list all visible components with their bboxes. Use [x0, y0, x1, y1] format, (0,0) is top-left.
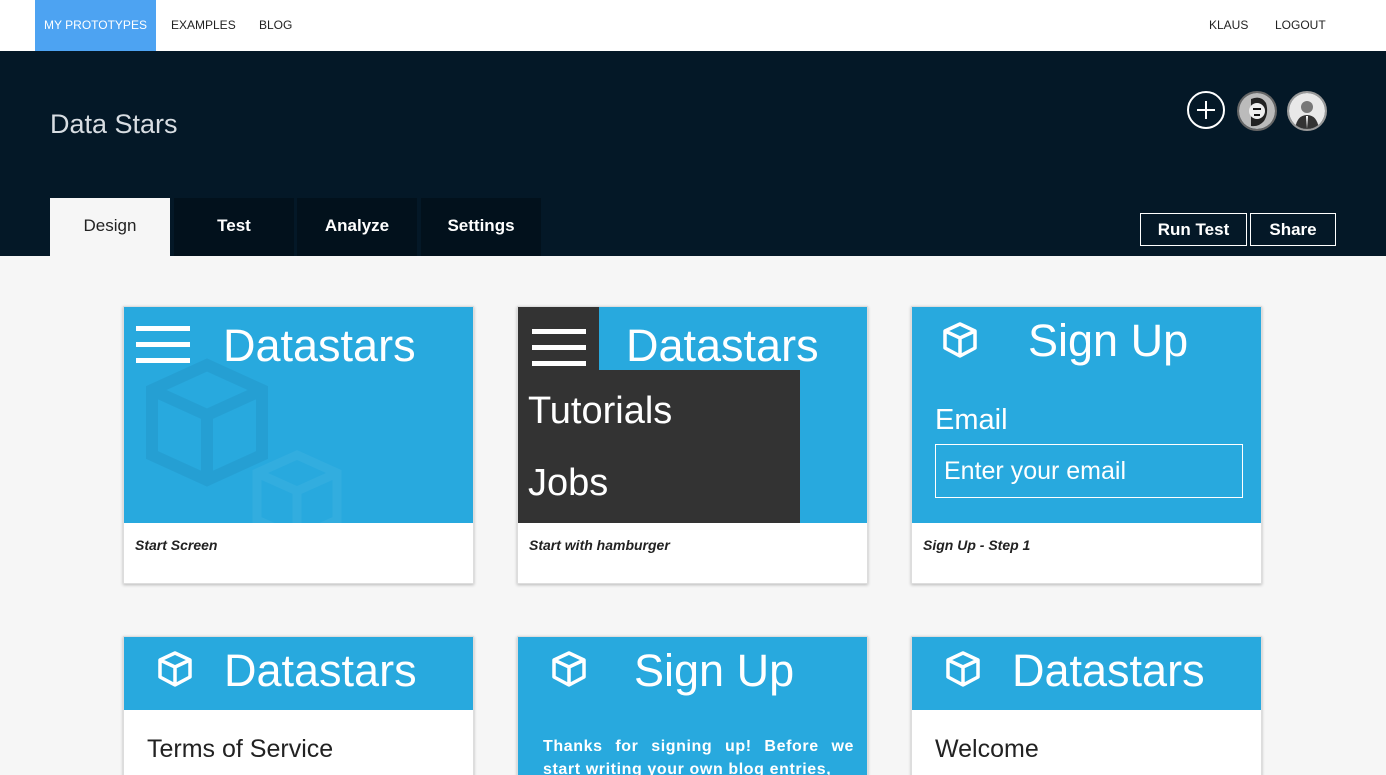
screen-preview: Sign Up Email Enter your email: [912, 307, 1261, 523]
top-navigation: MY PROTOTYPES EXAMPLES BLOG KLAUS LOGOUT: [0, 0, 1386, 51]
nav-blog[interactable]: BLOG: [259, 0, 292, 51]
screen-card[interactable]: Sign Up Email Enter your email Sign Up -…: [911, 306, 1262, 584]
run-test-button[interactable]: Run Test: [1140, 213, 1247, 246]
screen-preview: Sign Up Thanks for signing up! Before we…: [518, 637, 867, 775]
app-title: Datastars: [223, 320, 416, 371]
screen-body-text: Terms of Service: [147, 735, 334, 763]
tab-settings[interactable]: Settings: [421, 198, 541, 256]
email-label: Email: [935, 404, 1008, 436]
app-title: Sign Up: [634, 645, 795, 696]
screen-card[interactable]: Datastars Terms of Service: [123, 636, 474, 775]
nav-my-prototypes[interactable]: MY PROTOTYPES: [35, 0, 156, 51]
hamburger-icon: [136, 326, 190, 374]
nav-logout[interactable]: LOGOUT: [1275, 0, 1326, 51]
share-button[interactable]: Share: [1250, 213, 1336, 246]
app-title: Sign Up: [1028, 315, 1189, 366]
screen-body-text: Thanks for signing up! Before we start w…: [543, 738, 854, 775]
screen-preview: Datastars: [124, 307, 473, 523]
nav-user[interactable]: KLAUS: [1209, 0, 1248, 51]
nav-examples[interactable]: EXAMPLES: [171, 0, 236, 51]
screen-header-bar: Datastars: [912, 637, 1261, 710]
tab-analyze[interactable]: Analyze: [297, 198, 417, 256]
menu-panel: Tutorials Jobs: [518, 370, 800, 523]
screen-name: Start Screen: [135, 537, 218, 553]
menu-item-jobs: Jobs: [528, 462, 609, 504]
menu-item-tutorials: Tutorials: [528, 390, 673, 432]
cube-icon: [946, 651, 980, 687]
screen-body-text: Welcome: [935, 735, 1039, 763]
screen-header-bar: Datastars: [124, 637, 473, 710]
cube-icon: [552, 651, 586, 687]
screen-card[interactable]: Sign Up Thanks for signing up! Before we…: [517, 636, 868, 775]
screen-name: Sign Up - Step 1: [923, 537, 1031, 553]
project-title: Data Stars: [50, 109, 178, 139]
screen-preview: Datastars Tutorials Jobs: [518, 307, 867, 523]
app-title: Datastars: [626, 320, 819, 371]
avatar[interactable]: [1287, 91, 1327, 131]
tab-design[interactable]: Design: [50, 198, 170, 256]
tab-test[interactable]: Test: [174, 198, 294, 256]
screen-card[interactable]: Datastars Start Screen: [123, 306, 474, 584]
app-title: Datastars: [224, 645, 417, 696]
screen-name: Start with hamburger: [529, 537, 670, 553]
cube-icon: [146, 358, 342, 523]
add-user-icon[interactable]: [1187, 91, 1225, 129]
screen-card[interactable]: Datastars Welcome: [911, 636, 1262, 775]
email-field: Enter your email: [935, 444, 1243, 498]
app-title: Datastars: [1012, 645, 1205, 696]
screen-card[interactable]: Datastars Tutorials Jobs Start with hamb…: [517, 306, 868, 584]
cube-icon: [158, 651, 192, 687]
avatar[interactable]: [1237, 91, 1277, 131]
project-header: Data Stars Design Test Analyze Settings …: [0, 51, 1386, 256]
cube-icon: [943, 322, 977, 358]
